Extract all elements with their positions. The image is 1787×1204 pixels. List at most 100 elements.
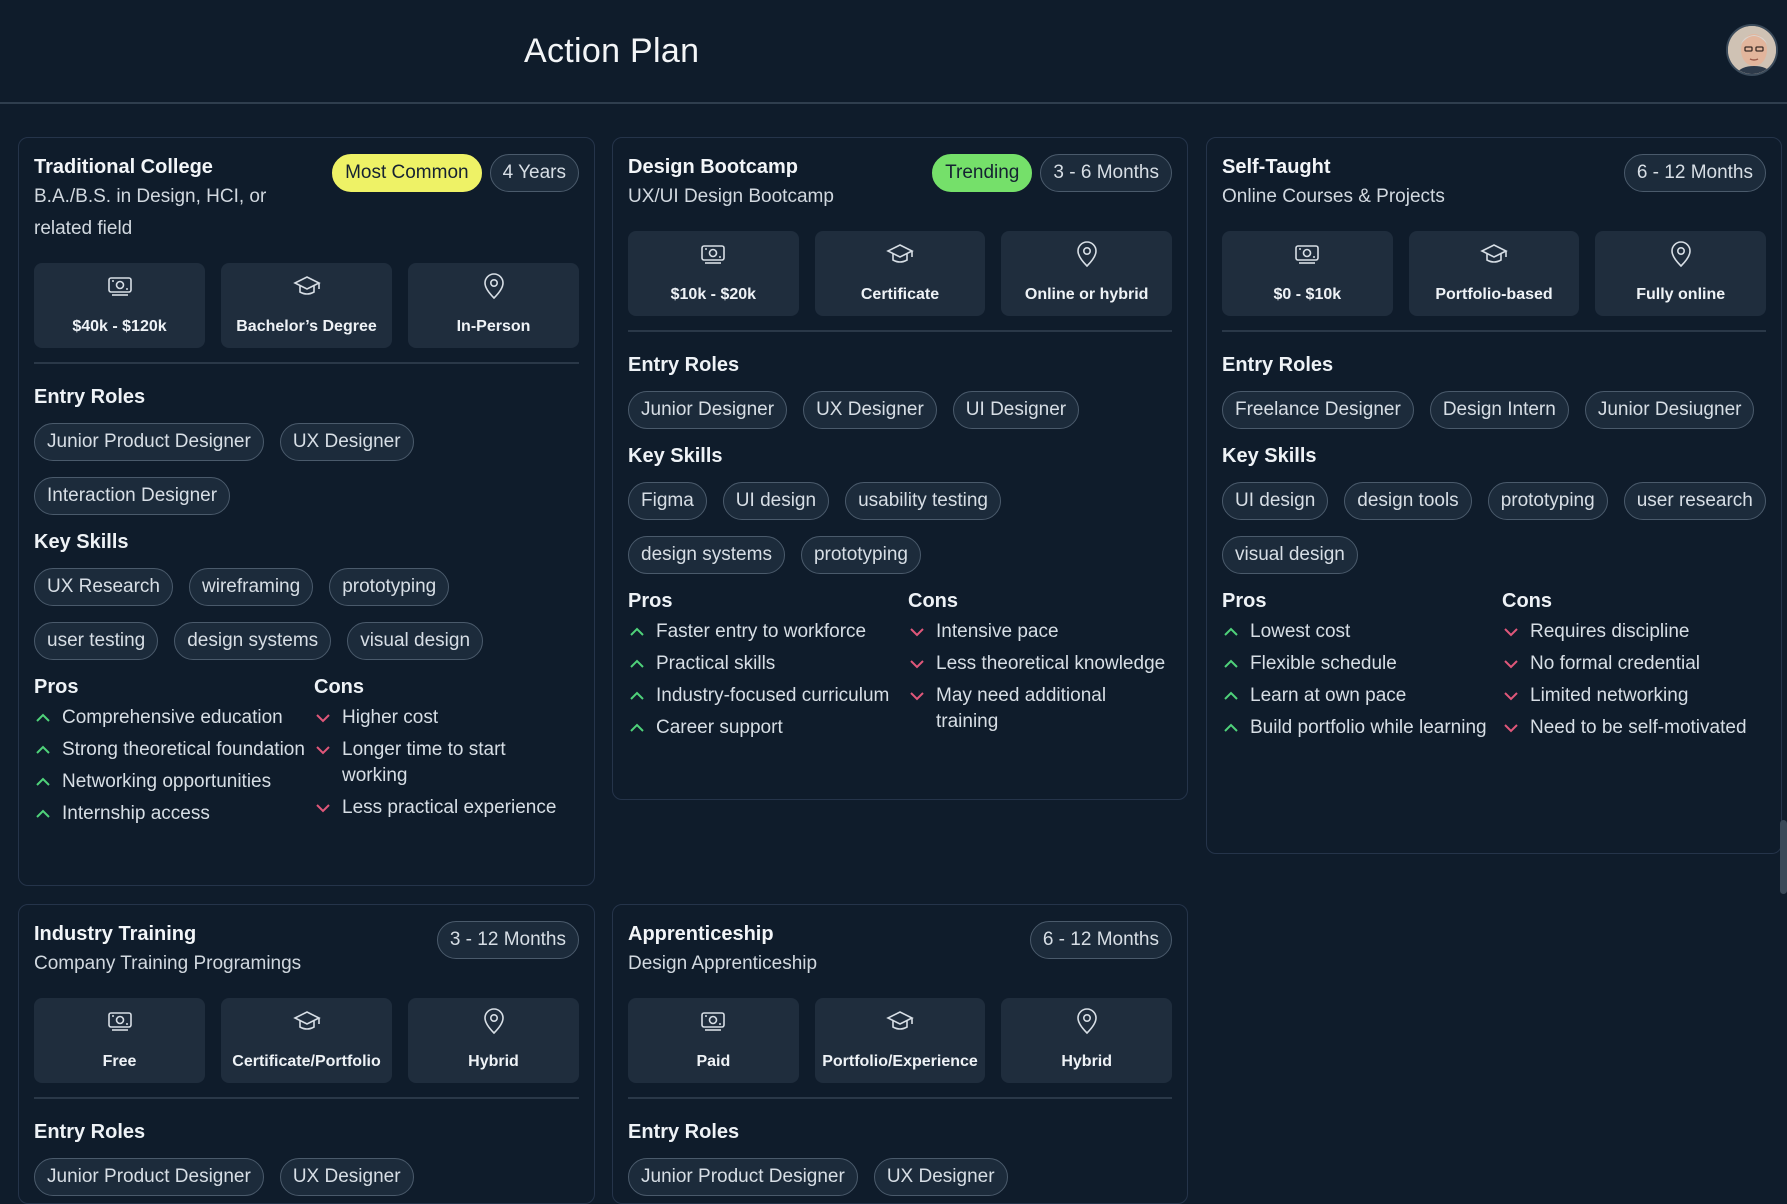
pro-item: Learn at own pace (1222, 683, 1502, 709)
chevron-down-icon (1504, 723, 1518, 732)
role-chip[interactable]: UX Designer (803, 390, 937, 429)
pro-text: Lowest cost (1250, 620, 1351, 642)
fact-tile: Free (34, 998, 205, 1083)
pro-item: Lowest cost (1222, 619, 1502, 645)
skill-chip[interactable]: prototyping (800, 535, 921, 574)
skill-chip[interactable]: user testing (34, 621, 159, 660)
con-item: Intensive pace (908, 619, 1168, 645)
chevron-down-icon (316, 713, 330, 722)
skill-chip[interactable]: user research (1623, 481, 1766, 520)
skill-chip[interactable]: visual design (347, 621, 484, 660)
pro-text: Learn at own pace (1250, 684, 1407, 706)
con-item: Less theoretical knowledge (908, 651, 1168, 677)
card-title: Self-Taught (1222, 156, 1331, 178)
card-title-group: Industry Training Company Training Progra… (34, 921, 301, 980)
pro-item: Industry-focused curriculum (628, 683, 908, 709)
status-badge: Most Common (332, 154, 482, 192)
check-up-icon (1224, 691, 1238, 700)
cons-column: Cons Requires discipline No formal credent… (1502, 590, 1762, 741)
card-subtitle: Online Courses & Projects (1222, 186, 1445, 207)
key-skills-list: UX Research wireframing prototyping user te… (34, 567, 579, 660)
badge-group: Trending 3 - 6 Months (932, 154, 1172, 192)
graduation-cap-icon (292, 1006, 322, 1041)
role-chip[interactable]: Junior Designer (628, 390, 788, 429)
role-chip[interactable]: UI Designer (952, 390, 1080, 429)
pros-column: Pros Faster entry to workforce Practical s… (628, 590, 908, 741)
skill-chip[interactable]: UX Research (34, 567, 173, 606)
con-item: May need additional training (908, 683, 1168, 735)
chevron-down-icon (316, 745, 330, 754)
fact-label: Fully online (1636, 286, 1726, 303)
card-content: Design Bootcamp UX/UI Design Bootcamp Tren… (613, 138, 1187, 741)
pros-column: Pros Comprehensive education Strong theore… (34, 676, 314, 827)
location-pin-icon (1072, 239, 1102, 274)
pro-text: Industry-focused curriculum (656, 684, 890, 706)
scrollbar-thumb[interactable] (1780, 820, 1787, 894)
cons-heading: Cons (1502, 589, 1552, 612)
skill-chip[interactable]: Figma (628, 481, 707, 520)
cons-column: Cons Higher cost Longer time to start work… (314, 676, 574, 827)
pro-text: Networking opportunities (62, 770, 272, 792)
fact-label: Online or hybrid (1024, 286, 1149, 303)
skill-chip[interactable]: UI design (1222, 481, 1329, 520)
entry-roles-list: Junior Designer UX Designer UI Designer (628, 390, 1172, 429)
pro-item: Networking opportunities (34, 769, 314, 795)
fact-tile: Certificate/Portfolio (221, 998, 392, 1083)
role-chip[interactable]: Interaction Designer (34, 476, 231, 515)
con-item: Limited networking (1502, 683, 1762, 709)
money-icon (1292, 239, 1322, 274)
skill-chip[interactable]: design systems (628, 535, 785, 574)
fact-tile: $0 - $10k (1222, 231, 1393, 316)
skill-chip[interactable]: design systems (174, 621, 332, 660)
key-skills-heading: Key Skills (1222, 444, 1317, 467)
fact-label: Paid (696, 1053, 731, 1070)
card-header: Design Bootcamp UX/UI Design Bootcamp Tren… (628, 154, 1172, 213)
pro-text: Internship access (62, 802, 210, 824)
fact-tile: Hybrid (408, 998, 579, 1083)
chevron-down-icon (1504, 627, 1518, 636)
check-up-icon (1224, 659, 1238, 668)
skill-chip[interactable]: wireframing (189, 567, 314, 606)
cons-heading: Cons (314, 675, 364, 698)
location-pin-icon (1666, 239, 1696, 274)
fact-label: $10k - $20k (670, 286, 757, 303)
role-chip[interactable]: Junior Product Designer (34, 422, 264, 461)
check-up-icon (630, 627, 644, 636)
fact-label: $0 - $10k (1273, 286, 1342, 303)
skill-chip[interactable]: prototyping (329, 567, 450, 606)
role-chip[interactable]: Junior Desiugner (1584, 390, 1755, 429)
check-up-icon (36, 809, 50, 818)
skill-chip[interactable]: visual design (1222, 535, 1358, 574)
con-text: Need to be self-motivated (1530, 716, 1747, 738)
avatar[interactable] (1726, 24, 1778, 76)
skill-chip[interactable]: usability testing (845, 481, 1001, 520)
con-text: Limited networking (1530, 684, 1689, 706)
pros-cons: Pros Faster entry to workforce Practical s… (628, 590, 1172, 741)
card-content: Industry Training Company Training Progra… (19, 905, 594, 1196)
divider (34, 1097, 579, 1099)
card-content: Self-Taught Online Courses & Projects 6 - … (1207, 138, 1781, 741)
badge-group: 6 - 12 Months (1029, 921, 1172, 959)
fact-label: $40k - $120k (72, 318, 167, 335)
card-title-group: Apprenticeship Design Apprenticeship (628, 921, 817, 980)
key-skills-list: Figma UI design usability testing design sy… (628, 481, 1172, 574)
role-chip[interactable]: UX Designer (279, 422, 414, 461)
pro-text: Build portfolio while learning (1250, 716, 1487, 738)
divider (628, 1097, 1172, 1099)
check-up-icon (36, 713, 50, 722)
skill-chip[interactable]: prototyping (1487, 481, 1608, 520)
check-up-icon (630, 723, 644, 732)
role-chip[interactable]: Freelance Designer (1222, 390, 1414, 429)
fact-label: Hybrid (468, 1053, 519, 1070)
graduation-cap-icon (292, 271, 322, 306)
key-skills-list: UI design design tools prototyping user res… (1222, 481, 1766, 574)
fact-tile: $40k - $120k (34, 263, 205, 348)
skill-chip[interactable]: design tools (1344, 481, 1472, 520)
card-title-group: Self-Taught Online Courses & Projects (1222, 154, 1445, 213)
skill-chip[interactable]: UI design (722, 481, 830, 520)
divider (1222, 330, 1766, 332)
pro-item: Flexible schedule (1222, 651, 1502, 677)
role-chip[interactable]: Design Intern (1429, 390, 1569, 429)
pro-item: Strong theoretical foundation (34, 737, 314, 763)
status-badge: 3 - 6 Months (1040, 154, 1172, 192)
